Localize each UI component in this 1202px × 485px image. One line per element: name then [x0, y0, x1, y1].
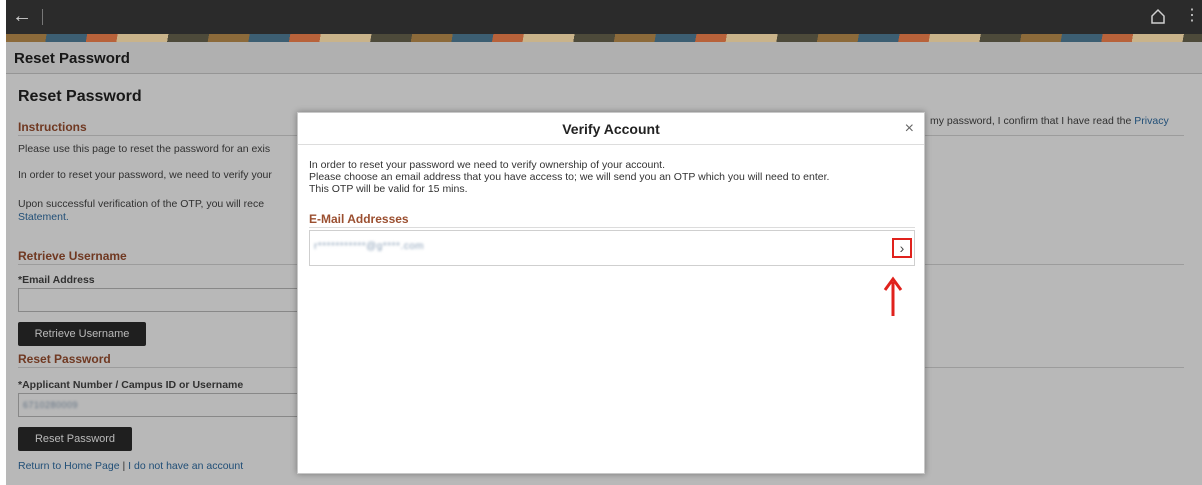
dialog-header: Verify Account ×	[298, 113, 924, 145]
dialog-line-2: Please choose an email address that you …	[309, 171, 830, 183]
back-arrow-icon[interactable]: ←	[12, 6, 32, 26]
dialog-line-1: In order to reset your password we need …	[309, 159, 666, 171]
email-address-option[interactable]: r***********@g****.com ›	[309, 230, 915, 266]
red-arrow-annotation-icon	[883, 276, 903, 316]
dialog-description: In order to reset your password we need …	[309, 159, 829, 195]
kebab-menu-icon[interactable]: ⋮	[1184, 6, 1200, 26]
verify-account-dialog: Verify Account × In order to reset your …	[297, 112, 925, 474]
divider	[309, 227, 915, 228]
decorative-banner	[6, 34, 1202, 42]
browser-toolbar: ← ⋮	[6, 0, 1202, 34]
toolbar-divider	[42, 9, 43, 25]
dialog-line-3: This OTP will be valid for 15 mins.	[309, 183, 468, 195]
chevron-glyph: ›	[899, 240, 905, 256]
masked-email-value: r***********@g****.com	[314, 241, 425, 252]
home-icon[interactable]	[1150, 8, 1166, 24]
email-addresses-title: E-Mail Addresses	[309, 212, 409, 226]
dialog-title: Verify Account	[562, 121, 660, 137]
chevron-right-icon[interactable]: ›	[892, 238, 912, 258]
close-icon[interactable]: ×	[905, 119, 914, 139]
